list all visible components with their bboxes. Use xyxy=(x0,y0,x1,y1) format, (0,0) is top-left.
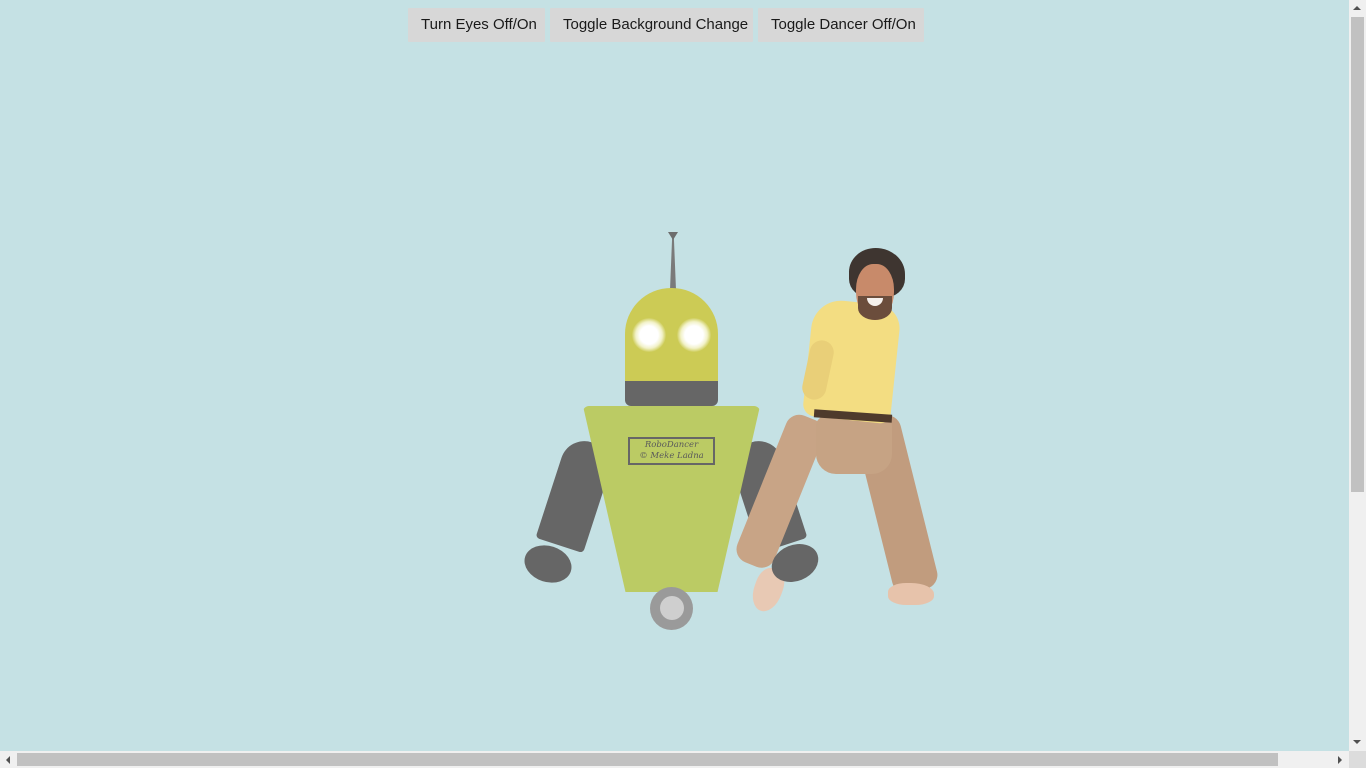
toggle-eyes-button[interactable]: Turn Eyes Off/On xyxy=(408,8,545,42)
dancer-hips xyxy=(816,416,892,474)
robot-right-eye xyxy=(677,318,711,352)
robot-antenna xyxy=(670,238,676,290)
robot-neck xyxy=(625,381,718,406)
arrow-down-icon[interactable] xyxy=(1353,740,1361,744)
arrow-left-icon[interactable] xyxy=(6,756,10,764)
robot-nameplate: RoboDancer © Meke Ladna xyxy=(628,437,715,465)
robot-torso xyxy=(583,406,760,592)
toggle-dancer-button[interactable]: Toggle Dancer Off/On xyxy=(758,8,924,42)
nameplate-title: RoboDancer xyxy=(644,440,699,450)
toolbar: Turn Eyes Off/On Toggle Background Chang… xyxy=(408,8,924,42)
dancer-right-foot xyxy=(888,583,934,605)
robot-antenna-tip xyxy=(668,232,678,240)
robot-left-eye xyxy=(632,318,666,352)
vertical-scrollbar-thumb[interactable] xyxy=(1351,17,1364,492)
nameplate-copyright: © Meke Ladna xyxy=(639,451,704,461)
toggle-background-button[interactable]: Toggle Background Change xyxy=(550,8,753,42)
horizontal-scrollbar-thumb[interactable] xyxy=(17,753,1278,766)
arrow-right-icon[interactable] xyxy=(1338,756,1342,764)
robot-wheel-hub xyxy=(660,596,684,620)
page-canvas: Turn Eyes Off/On Toggle Background Chang… xyxy=(0,0,1349,751)
scrollbar-corner xyxy=(1349,751,1366,768)
arrow-up-icon[interactable] xyxy=(1353,6,1361,10)
